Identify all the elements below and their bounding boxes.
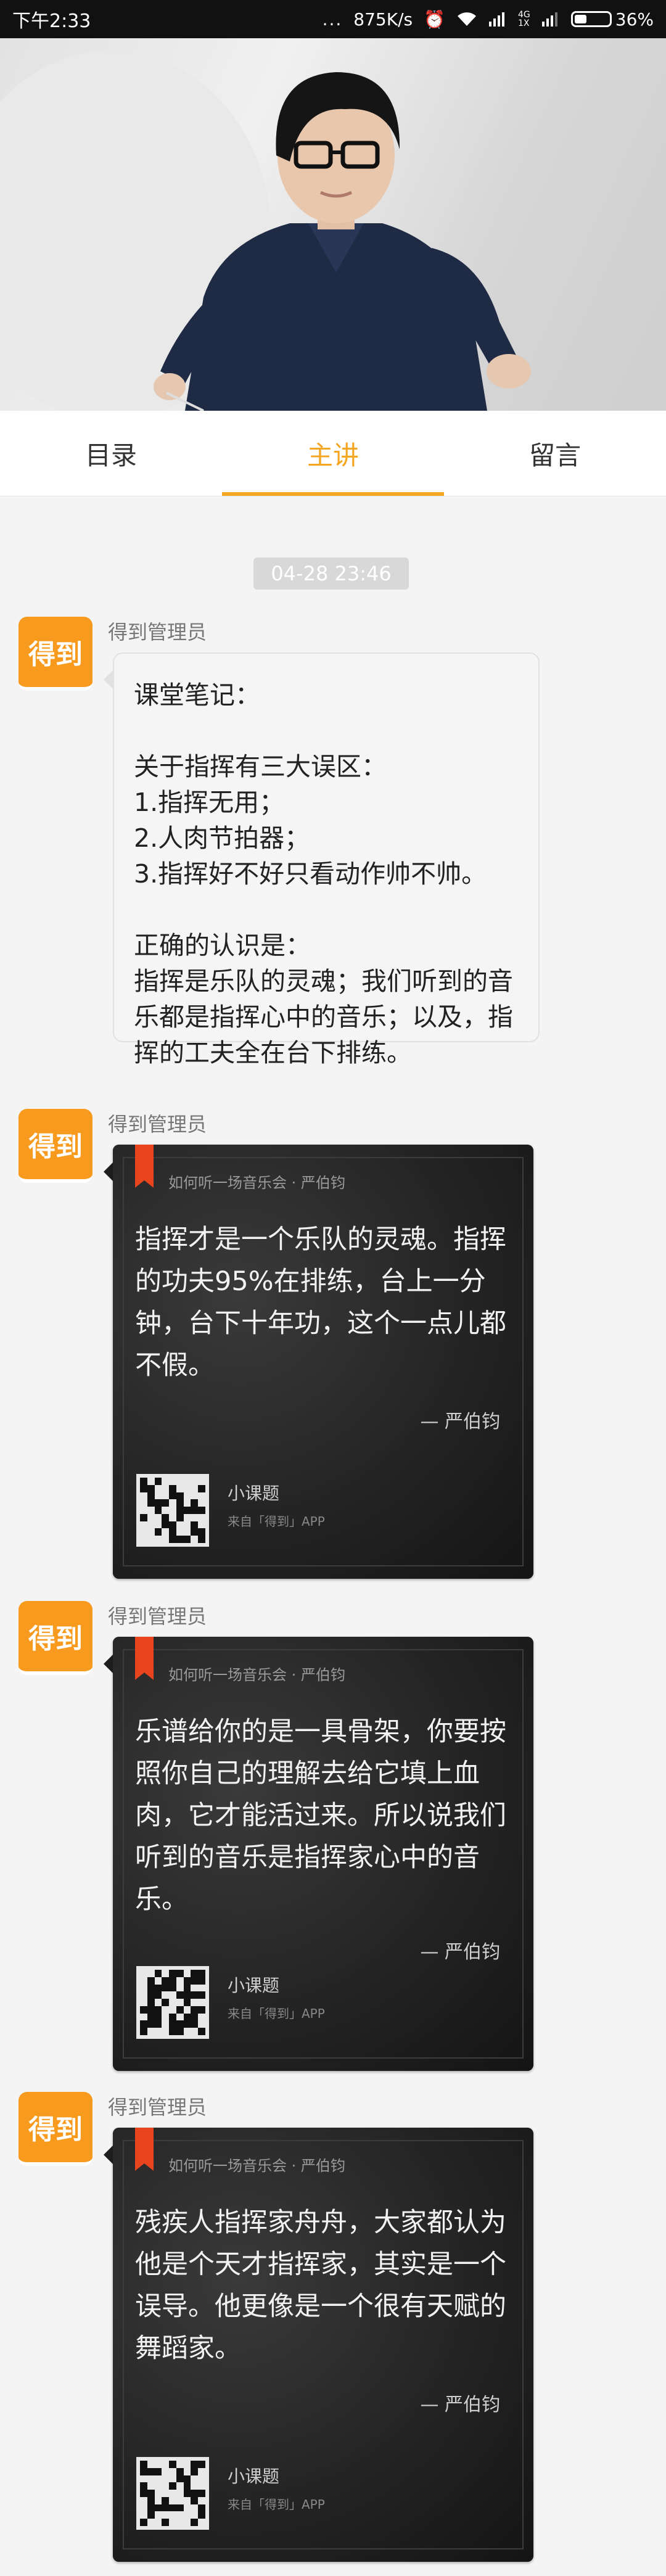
battery-indicator: 36%: [570, 9, 654, 30]
quote-card[interactable]: 如何听一场音乐会 · 严伯钧 乐谱给你的是一具骨架，你要按照你自己的理解去给它填…: [113, 1637, 533, 2071]
card-source: 如何听一场音乐会 · 严伯钧: [168, 2157, 345, 2175]
status-dots: ...: [322, 9, 343, 30]
wifi-icon: [458, 12, 476, 26]
status-bar: 下午2:33 ... 875K/s ⏰ 4G 1X 36%: [0, 0, 666, 38]
sender-name: 得到管理员: [108, 1113, 207, 1136]
lecturer-photo: [0, 38, 666, 411]
bookmark-ribbon-icon: [135, 2128, 154, 2171]
card-tail: [104, 2145, 113, 2165]
tab-lecture-label: 主讲: [306, 440, 359, 471]
card-author: — 严伯钧: [420, 2394, 500, 2416]
status-icons: ... 875K/s ⏰ 4G 1X 36%: [323, 9, 654, 30]
card-tail: [104, 1654, 113, 1674]
battery-percent: 36%: [615, 9, 654, 30]
message-timestamp: 04-28 23:46: [253, 558, 409, 590]
card-from: 来自「得到」APP: [228, 1514, 325, 1529]
bubble-tail: [104, 670, 113, 689]
card-title: 小课题: [228, 1483, 280, 1504]
bookmark-ribbon-icon: [135, 1145, 154, 1188]
tab-comments[interactable]: 留言: [444, 411, 666, 496]
qr-code-icon: [136, 1966, 209, 2039]
tab-lecture[interactable]: 主讲: [222, 411, 444, 496]
cell-signal-icon-1: [489, 12, 504, 27]
card-quote: 乐谱给你的是一具骨架，你要按照你自己的理解去给它填上血肉，它才能活过来。所以说我…: [135, 1716, 506, 1915]
avatar[interactable]: 得到: [18, 2092, 92, 2166]
card-tail: [104, 1162, 113, 1182]
tab-comments-label: 留言: [528, 440, 581, 471]
card-quote: 残疾人指挥家舟舟，大家都认为他是个天才指挥家，其实是一个误导。他更像是一个很有天…: [135, 2207, 506, 2364]
status-time: 下午2:33: [12, 10, 91, 32]
sender-name: 得到管理员: [108, 620, 207, 644]
card-author: — 严伯钧: [420, 1411, 500, 1433]
card-source: 如何听一场音乐会 · 严伯钧: [168, 1666, 345, 1684]
quote-card[interactable]: 如何听一场音乐会 · 严伯钧 指挥才是一个乐队的灵魂。指挥的功夫95%在排练，台…: [113, 1145, 533, 1579]
card-author: — 严伯钧: [420, 1941, 500, 1963]
card-source: 如何听一场音乐会 · 严伯钧: [168, 1174, 345, 1191]
card-title: 小课题: [228, 2466, 280, 2487]
qr-code-icon: [136, 2457, 209, 2530]
quote-card[interactable]: 如何听一场音乐会 · 严伯钧 残疾人指挥家舟舟，大家都认为他是个天才指挥家，其实…: [113, 2128, 533, 2562]
sender-name: 得到管理员: [108, 2096, 207, 2119]
card-quote: 指挥才是一个乐队的灵魂。指挥的功夫95%在排练，台上一分钟，台下十年功，这个一点…: [135, 1224, 506, 1381]
card-title: 小课题: [228, 1975, 280, 1996]
alarm-icon: ⏰: [424, 9, 445, 30]
status-speed: 875K/s: [353, 9, 413, 30]
text-message-bubble[interactable]: 课堂笔记： 关于指挥有三大误区： 1.指挥无用； 2.人肉节拍器； 3.指挥好不…: [113, 652, 540, 1068]
network-type: 4G 1X: [518, 10, 530, 28]
battery-icon: [570, 11, 612, 27]
active-tab-indicator: [222, 492, 444, 496]
tab-catalog[interactable]: 目录: [0, 411, 222, 496]
avatar[interactable]: 得到: [18, 1109, 92, 1183]
sender-name: 得到管理员: [108, 1605, 207, 1628]
card-from: 来自「得到」APP: [228, 2006, 325, 2021]
avatar[interactable]: 得到: [18, 617, 92, 691]
card-from: 来自「得到」APP: [228, 2497, 325, 2512]
qr-code-icon: [136, 1474, 209, 1547]
bookmark-ribbon-icon: [135, 1637, 154, 1680]
tab-catalog-label: 目录: [84, 440, 137, 471]
tab-bar: 目录 主讲 留言: [0, 411, 666, 496]
avatar[interactable]: 得到: [18, 1601, 92, 1675]
cell-signal-icon-2: [541, 12, 557, 27]
